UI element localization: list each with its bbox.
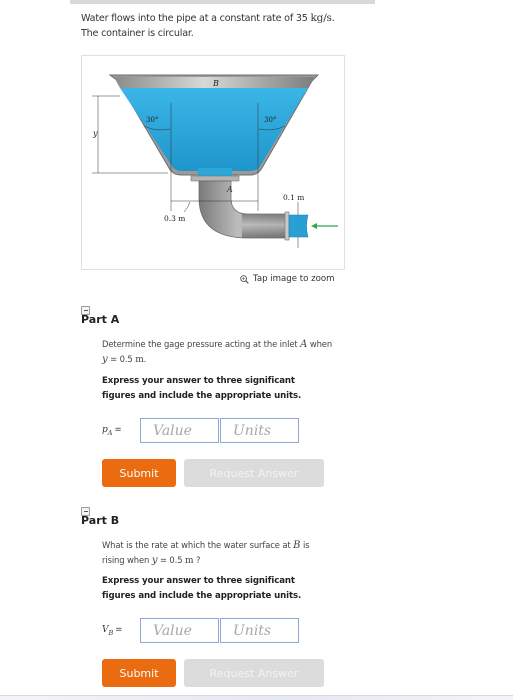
math-var: y xyxy=(102,354,108,365)
part-a-question: Determine the gage pressure acting at th… xyxy=(102,337,332,368)
part-a-value-input[interactable]: Value xyxy=(140,418,219,443)
punctuation: . xyxy=(331,13,335,24)
punctuation: ? xyxy=(196,555,201,565)
tap-to-zoom-link[interactable]: Tap image to zoom xyxy=(240,274,335,284)
part-b-question: What is the rate at which the water surf… xyxy=(102,538,310,569)
question-text: = 0.5 xyxy=(110,354,133,364)
flow-unit: kg/s xyxy=(310,12,332,24)
label-A: A xyxy=(226,185,233,194)
problem-figure[interactable]: B A y 30° 30° 0.3 m 0.1 m xyxy=(81,55,345,270)
part-a-instruction: Express your answer to three significant… xyxy=(102,374,301,403)
label-y: y xyxy=(92,129,98,138)
part-b-heading: Part B xyxy=(81,514,120,527)
pipe-flange xyxy=(190,175,240,182)
question-text: = 0.5 xyxy=(159,555,183,565)
variable-subscript: B xyxy=(108,628,114,637)
instruction-line-2: figures and include the appropriate unit… xyxy=(102,390,302,401)
water xyxy=(120,88,308,171)
question-text: Determine the gage pressure acting at th… xyxy=(102,339,298,349)
top-divider xyxy=(70,0,375,4)
question-text: What is the rate at which the water surf… xyxy=(102,540,291,550)
part-b-variable-label: VB = xyxy=(102,625,140,637)
part-a-answer-row: pA = Value Units xyxy=(102,417,299,444)
variable-subscript: A xyxy=(107,428,113,437)
equals-sign: = xyxy=(115,624,123,635)
question-text: is xyxy=(302,540,310,550)
math-var: y xyxy=(151,555,158,566)
water-neck xyxy=(198,168,232,176)
math-unit: m xyxy=(135,355,144,365)
bottom-bar xyxy=(0,696,513,700)
question-text: when xyxy=(309,339,333,349)
pipe-horizontal-shade xyxy=(242,214,287,238)
part-b-submit-button[interactable]: Submit xyxy=(102,659,176,687)
label-diameter: 0.1 m xyxy=(283,193,304,202)
part-b-request-answer-button[interactable]: Request Answer xyxy=(184,659,324,687)
problem-line-2: The container is circular. xyxy=(81,28,194,39)
math-var: A xyxy=(300,339,308,350)
flow-arrow-head xyxy=(311,223,317,229)
label-angle-right: 30° xyxy=(264,116,276,124)
part-b-answer-row: VB = Value Units xyxy=(102,617,299,644)
part-b-instruction: Express your answer to three significant… xyxy=(102,574,301,603)
magnifier-icon xyxy=(240,274,249,284)
instruction-line-1: Express your answer to three significant xyxy=(102,576,295,586)
math-var: B xyxy=(293,540,301,551)
part-b-buttons: Submit Request Answer xyxy=(102,659,324,687)
problem-line-1: Water flows into the pipe at a constant … xyxy=(81,11,335,26)
part-a-units-input[interactable]: Units xyxy=(220,418,299,443)
question-text: rising when xyxy=(102,555,150,565)
label-B: B xyxy=(212,79,219,88)
width-leader xyxy=(183,201,191,213)
label-width: 0.3 m xyxy=(164,214,185,223)
part-b-units-input[interactable]: Units xyxy=(220,618,299,643)
part-b-value-input[interactable]: Value xyxy=(140,618,219,643)
problem-statement: Water flows into the pipe at a constant … xyxy=(81,11,335,41)
part-a-buttons: Submit Request Answer xyxy=(102,459,324,487)
tap-to-zoom-label: Tap image to zoom xyxy=(253,274,335,284)
part-a-request-answer-button[interactable]: Request Answer xyxy=(184,459,324,487)
label-angle-left: 30° xyxy=(146,116,158,124)
part-a-submit-button[interactable]: Submit xyxy=(102,459,176,487)
tank-diagram: B A y 30° 30° 0.3 m 0.1 m xyxy=(92,74,338,248)
part-a-variable-label: pA = xyxy=(102,425,140,437)
math-unit: m xyxy=(185,556,194,566)
equals-sign: = xyxy=(114,424,122,435)
pipe-end-ring xyxy=(284,211,290,241)
part-a-heading: Part A xyxy=(81,313,120,326)
inlet-water xyxy=(288,214,309,238)
instruction-line-2: figures and include the appropriate unit… xyxy=(102,590,302,601)
instruction-line-1: Express your answer to three significant xyxy=(102,376,295,386)
problem-text: Water flows into the pipe at a constant … xyxy=(81,13,308,24)
punctuation: . xyxy=(143,354,147,364)
